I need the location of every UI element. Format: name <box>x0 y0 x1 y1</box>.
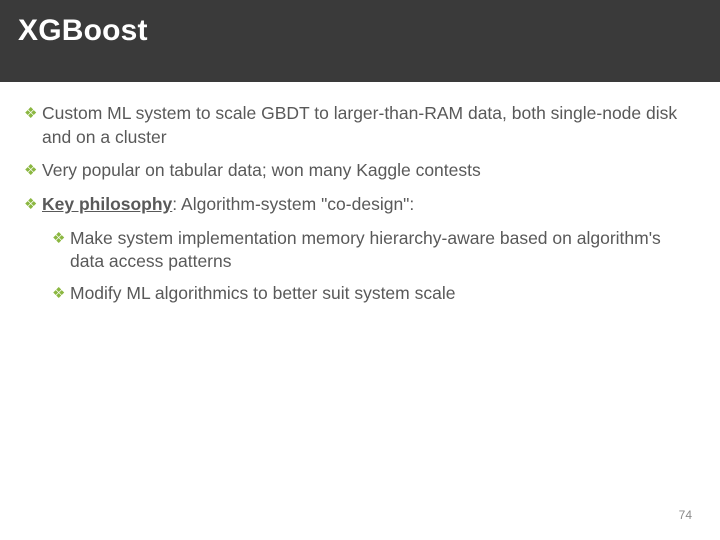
sub-bullet-list: ❖ Make system implementation memory hier… <box>24 227 696 306</box>
bullet-item: ❖ Very popular on tabular data; won many… <box>24 159 696 183</box>
slide-title: XGBoost <box>18 14 702 48</box>
bullet-text: Key philosophy: Algorithm-system "co-des… <box>42 193 696 217</box>
page-number: 74 <box>679 508 692 522</box>
diamond-bullet-icon: ❖ <box>52 282 70 306</box>
bullet-text: Make system implementation memory hierar… <box>70 227 696 274</box>
bullet-item: ❖ Key philosophy: Algorithm-system "co-d… <box>24 193 696 217</box>
diamond-bullet-icon: ❖ <box>24 159 42 183</box>
diamond-bullet-icon: ❖ <box>24 102 42 149</box>
sub-bullet-item: ❖ Make system implementation memory hier… <box>52 227 696 274</box>
key-philosophy-rest: : Algorithm-system "co-design": <box>172 194 414 214</box>
diamond-bullet-icon: ❖ <box>24 193 42 217</box>
bullet-text: Very popular on tabular data; won many K… <box>42 159 696 183</box>
slide-body: ❖ Custom ML system to scale GBDT to larg… <box>0 82 720 305</box>
key-philosophy-label: Key philosophy <box>42 194 172 214</box>
bullet-text: Modify ML algorithmics to better suit sy… <box>70 282 696 306</box>
slide-header: XGBoost <box>0 0 720 82</box>
bullet-item: ❖ Custom ML system to scale GBDT to larg… <box>24 102 696 149</box>
diamond-bullet-icon: ❖ <box>52 227 70 274</box>
sub-bullet-item: ❖ Modify ML algorithmics to better suit … <box>52 282 696 306</box>
bullet-text: Custom ML system to scale GBDT to larger… <box>42 102 696 149</box>
